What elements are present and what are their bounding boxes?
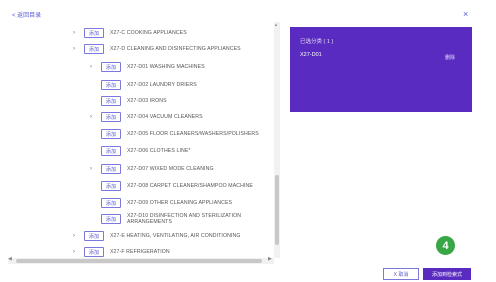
tree-row: 添加 X27-D02 LAUNDRY DRIERS: [87, 77, 197, 93]
expand-chevron-icon[interactable]: ›: [87, 114, 95, 120]
add-class-button[interactable]: 添加: [101, 181, 121, 191]
class-label: X27-D05 FLOOR CLEANERS/WASHERS/POLISHERS: [127, 131, 259, 137]
add-class-button[interactable]: 添加: [101, 164, 121, 174]
tree-row: › 添加 X27-C COOKING APPLIANCES: [70, 25, 187, 41]
tree-row: 添加 X27-D06 CLOTHES LINE*: [87, 143, 191, 159]
tree-row: 添加 X27-D09 OTHER CLEANING APPLIANCES: [87, 195, 232, 211]
add-class-button[interactable]: 添加: [101, 146, 121, 156]
add-class-button[interactable]: 添加: [101, 198, 121, 208]
expand-chevron-icon[interactable]: ›: [87, 166, 95, 172]
tree-row: 添加 X27-D05 FLOOR CLEANERS/WASHERS/POLISHE…: [87, 126, 259, 142]
class-label: X27-D09 OTHER CLEANING APPLIANCES: [127, 200, 233, 206]
cancel-button[interactable]: X 取消: [383, 268, 419, 280]
class-label: X27-D03 IRONS: [127, 98, 167, 104]
add-to-search-button[interactable]: 添加到检索式: [423, 268, 471, 280]
class-label: X27-D07 WIXED MODE CLEANING: [127, 166, 214, 172]
classification-dialog: < 返回目录 × › 添加 X27-C COOKING APPLIANCES › 添加 X…: [0, 0, 496, 282]
close-icon[interactable]: ×: [463, 9, 468, 19]
tree-row: 添加 X27-D10 DISINFECTION AND STERILIZATION…: [87, 211, 241, 227]
tree-row: › 添加 X27-D01 WASHING MACHINES: [87, 59, 205, 75]
delete-selected-button[interactable]: 删除: [445, 54, 455, 61]
selected-class-code: X27-D01: [300, 52, 322, 58]
selected-count-title: 已选分类 ( 1 ): [300, 39, 334, 45]
tree-row: › 添加 X27-D07 WIXED MODE CLEANING: [87, 161, 214, 177]
class-label: X27-D06 CLOTHES LINE*: [127, 148, 191, 154]
add-class-button[interactable]: 添加: [101, 112, 121, 122]
add-class-button[interactable]: 添加: [101, 62, 121, 72]
classification-tree: › 添加 X27-C COOKING APPLIANCES › 添加 X27-D CLEA…: [8, 22, 276, 258]
class-label: X27-D10 DISINFECTION AND STERILIZATION AR…: [127, 213, 241, 225]
expand-chevron-icon[interactable]: ›: [70, 46, 78, 52]
class-label: X27-D02 LAUNDRY DRIERS: [127, 82, 197, 88]
add-class-button[interactable]: 添加: [101, 96, 121, 106]
add-class-button[interactable]: 添加: [101, 214, 121, 224]
class-label: X27-C COOKING APPLIANCES: [110, 30, 187, 36]
expand-chevron-icon[interactable]: ›: [87, 64, 95, 70]
add-class-button[interactable]: 添加: [84, 28, 104, 38]
class-label: X27-D CLEANING AND DISINFECTING APPLIANC…: [110, 46, 241, 52]
scroll-left-arrow-icon[interactable]: ◀: [8, 256, 12, 262]
step-number-badge: 4: [436, 236, 455, 255]
add-class-button[interactable]: 添加: [84, 247, 104, 257]
class-label: X27-D04 VACUUM CLEANERS: [127, 114, 203, 120]
add-class-button[interactable]: 添加: [101, 80, 121, 90]
scroll-right-arrow-icon[interactable]: ▶: [268, 256, 272, 262]
tree-row: 添加 X27-D08 CARPET CLEANER/SHAMPOO MACHINE: [87, 178, 253, 194]
class-label: X27-E HEATING, VENTILATING, AIR CONDITIO…: [110, 233, 241, 239]
expand-chevron-icon[interactable]: ›: [70, 233, 78, 239]
selected-classes-panel: 已选分类 ( 1 ) X27-D01 删除: [290, 27, 472, 112]
expand-chevron-icon[interactable]: ›: [70, 30, 78, 36]
tree-row: › 添加 X27-E HEATING, VENTILATING, AIR CONDI…: [70, 228, 240, 244]
add-class-button[interactable]: 添加: [101, 129, 121, 139]
tree-row: › 添加 X27-F REFRIGERATION: [70, 244, 170, 258]
class-label-line: ARRANGEMENTS: [127, 219, 173, 225]
tree-row: › 添加 X27-D04 VACUUM CLEANERS: [87, 109, 203, 125]
tree-row: 添加 X27-D03 IRONS: [87, 93, 167, 109]
back-label: < 返回目录: [12, 13, 42, 19]
add-class-button[interactable]: 添加: [84, 231, 104, 241]
add-class-button[interactable]: 添加: [84, 44, 104, 54]
horizontal-scrollbar-thumb[interactable]: [16, 259, 262, 263]
class-label: X27-D08 CARPET CLEANER/SHAMPOO MACHINE: [127, 183, 253, 189]
class-label: X27-D01 WASHING MACHINES: [127, 64, 205, 70]
tree-row: › 添加 X27-D CLEANING AND DISINFECTING APPLI…: [70, 41, 241, 57]
vertical-scrollbar-thumb[interactable]: [275, 175, 279, 245]
class-label: X27-F REFRIGERATION: [110, 249, 170, 255]
expand-chevron-icon[interactable]: ›: [70, 249, 78, 255]
scroll-up-arrow-icon[interactable]: ▲: [274, 22, 278, 27]
back-to-catalog-link[interactable]: < 返回目录: [12, 10, 41, 19]
